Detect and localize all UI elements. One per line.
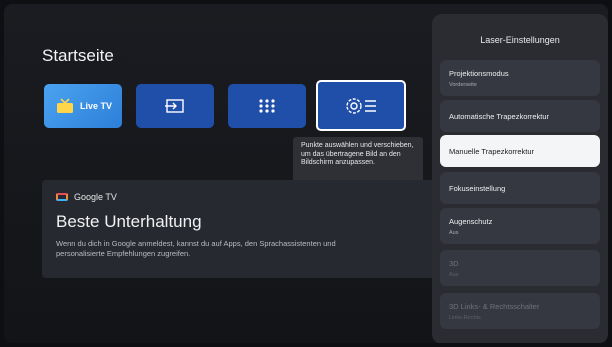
menu-item-automatische-trapezkorrektur[interactable]: Automatische Trapezkorrektur	[440, 100, 600, 132]
live-tv-label: Live TV	[80, 101, 113, 111]
settings-tooltip: Punkte auswählen und verschieben, um das…	[293, 137, 423, 184]
menu-item-label: Projektionsmodus	[449, 69, 509, 78]
menu-item-3d: 3D Aus	[440, 250, 600, 286]
google-tv-brand-label: Google TV	[74, 192, 117, 202]
input-icon	[165, 98, 185, 114]
tv-home-screen: Startseite Live TV Punkte auswählen und …	[4, 4, 608, 343]
card-headline: Beste Unterhaltung	[56, 212, 202, 231]
google-tv-logo-icon	[56, 193, 68, 201]
menu-item-value: Aus	[449, 272, 459, 278]
card-body: Wenn du dich in Google anmeldest, kannst…	[56, 239, 336, 258]
menu-item-augenschutz[interactable]: Augenschutz Aus	[440, 208, 600, 244]
menu-item-projektionsmodus[interactable]: Projektionsmodus Vorderseite	[440, 60, 600, 96]
tv-icon	[56, 98, 74, 114]
menu-item-label: Manuelle Trapezkorrektur	[449, 146, 535, 156]
menu-item-value: Aus	[449, 230, 459, 236]
panel-title: Laser-Einstellungen	[480, 35, 560, 45]
menu-item-fokuseinstellung[interactable]: Fokuseinstellung	[440, 172, 600, 204]
menu-item-value: Vorderseite	[449, 82, 477, 88]
settings-tile[interactable]	[316, 80, 406, 131]
menu-item-label: 3D	[449, 259, 459, 268]
settings-icon	[344, 95, 378, 117]
menu-item-manuelle-trapezkorrektur[interactable]: Manuelle Trapezkorrektur	[440, 135, 600, 167]
apps-grid-icon	[258, 98, 276, 114]
menu-item-label: Augenschutz	[449, 217, 493, 226]
laser-settings-panel: Laser-Einstellungen Projektionsmodus Vor…	[432, 14, 608, 343]
page-title: Startseite	[42, 46, 114, 65]
menu-item-3d-links-rechtsschalter: 3D Links- & Rechtsschalter Links-Rechts	[440, 293, 600, 329]
apps-tile[interactable]	[228, 84, 306, 128]
input-tile[interactable]	[136, 84, 214, 128]
menu-item-label: 3D Links- & Rechtsschalter	[449, 302, 540, 311]
google-tv-brand: Google TV	[56, 192, 117, 202]
menu-item-value: Links-Rechts	[449, 315, 481, 321]
menu-item-label: Fokuseinstellung	[449, 183, 506, 193]
google-tv-card[interactable]: Google TV Beste Unterhaltung Wenn du dic…	[42, 180, 442, 278]
menu-item-label: Automatische Trapezkorrektur	[449, 111, 550, 121]
live-tv-tile[interactable]: Live TV	[44, 84, 122, 128]
